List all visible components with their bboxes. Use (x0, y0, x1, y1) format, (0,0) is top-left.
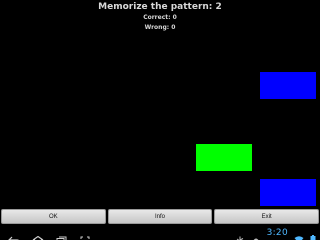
ok-button[interactable]: OK (1, 209, 106, 224)
usb-icon (235, 229, 245, 240)
recent-apps-icon[interactable] (56, 229, 67, 240)
home-icon[interactable] (32, 229, 44, 240)
system-nav-bar: 3:20 (0, 225, 320, 240)
wrong-count: Wrong: 0 (144, 24, 176, 31)
pattern-title: Memorize the pattern: 2 (98, 2, 222, 12)
pattern-tile[interactable] (260, 179, 316, 206)
wifi-icon (294, 229, 304, 240)
correct-count: Correct: 0 (143, 14, 177, 21)
pattern-tile[interactable] (260, 72, 316, 99)
button-bar: OK Info Exit (0, 209, 320, 224)
header: Memorize the pattern: 2 Correct: 0 Wrong… (0, 0, 320, 33)
fullscreen-icon[interactable] (80, 229, 90, 239)
clock: 3:20 (266, 227, 288, 238)
android-debug-icon (251, 229, 261, 240)
back-icon[interactable] (8, 229, 20, 240)
exit-button[interactable]: Exit (214, 209, 320, 224)
info-button[interactable]: Info (107, 209, 213, 224)
pattern-tile[interactable] (196, 144, 252, 171)
battery-icon (310, 229, 316, 240)
